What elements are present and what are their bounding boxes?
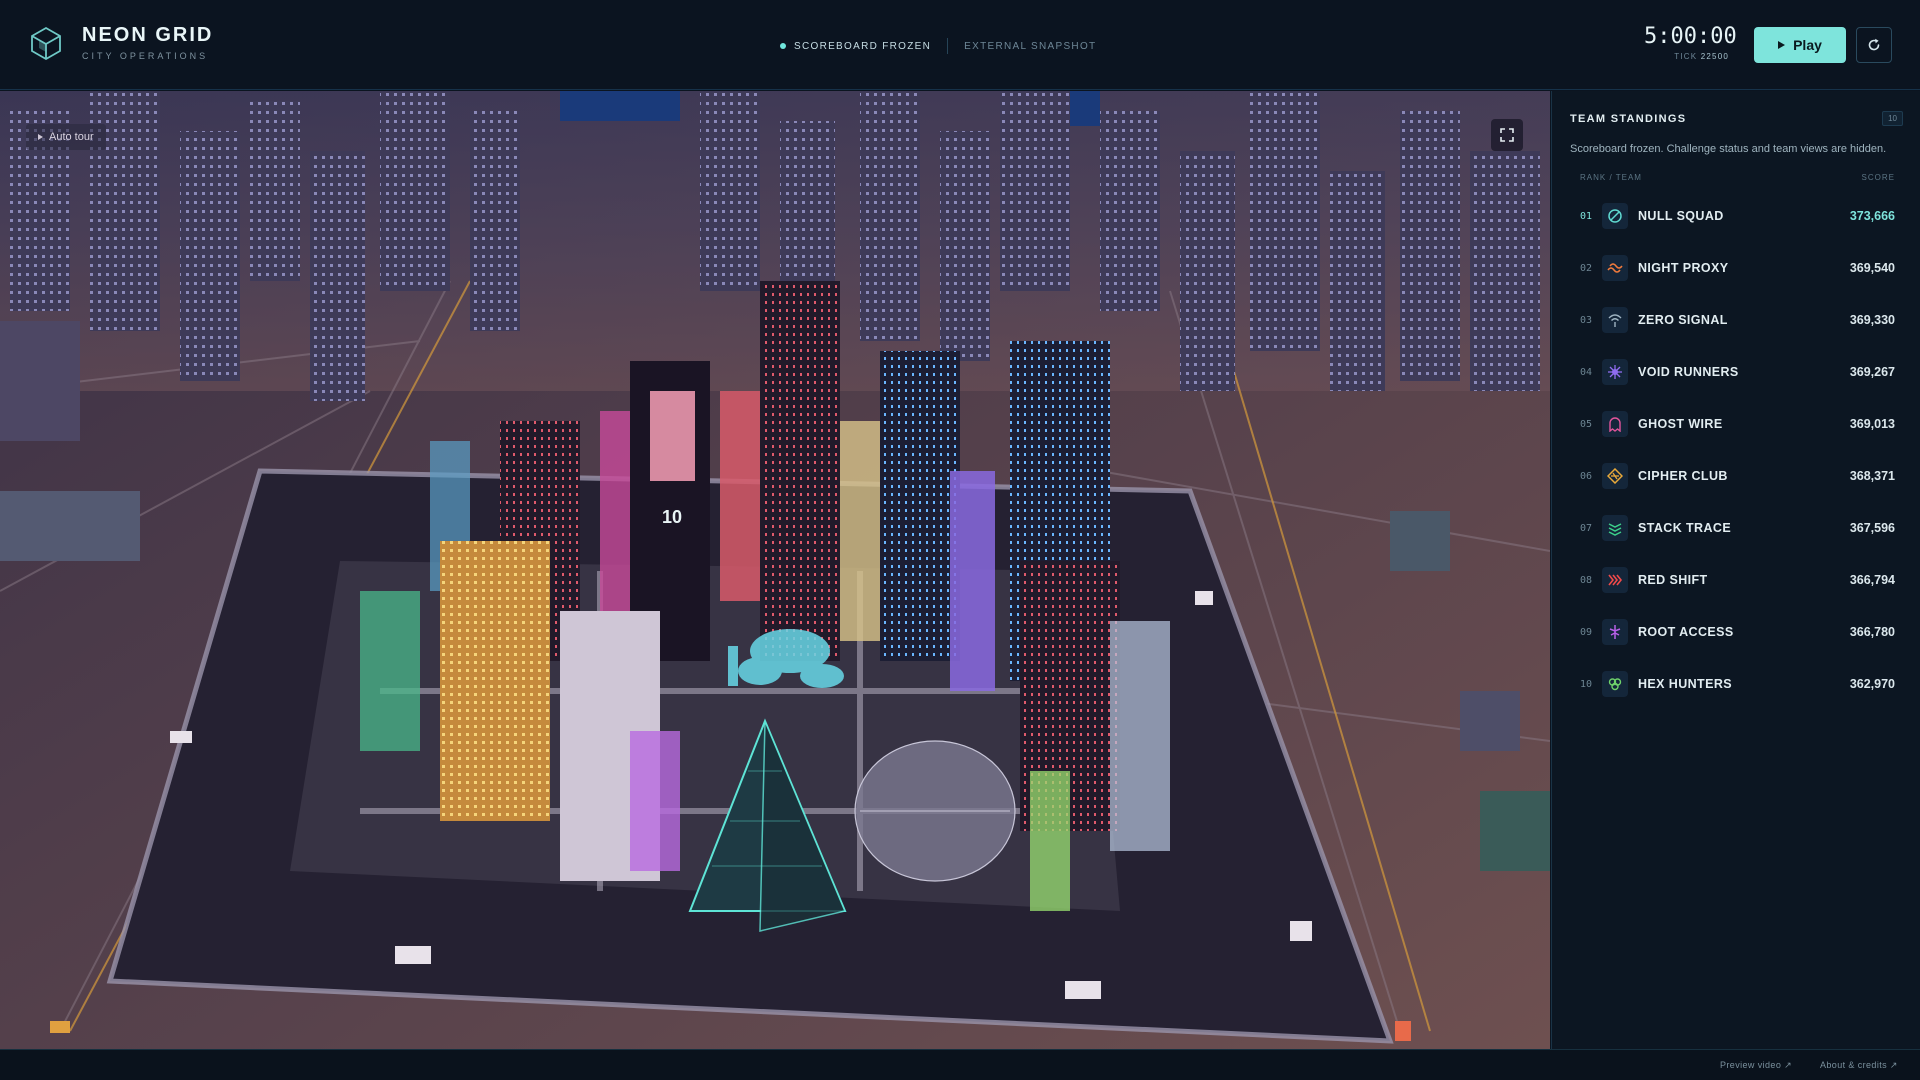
- team-rank: 02: [1580, 262, 1593, 274]
- team-score: 362,970: [1849, 677, 1895, 691]
- fullscreen-button[interactable]: [1491, 119, 1523, 151]
- cipher-icon: [1602, 463, 1628, 489]
- team-score: 367,596: [1849, 521, 1895, 535]
- app-subtitle: CITY OPERATIONS: [82, 51, 209, 61]
- team-row[interactable]: 07 STACK TRACE 367,596: [1570, 506, 1903, 550]
- team-rank: 01: [1580, 210, 1593, 222]
- cube-logo-icon: [31, 26, 61, 60]
- team-score: 366,794: [1849, 573, 1895, 587]
- team-name: ROOT ACCESS: [1638, 625, 1734, 639]
- team-rank: 10: [1580, 678, 1593, 690]
- proxy-icon: [1602, 255, 1628, 281]
- team-standings-panel: TEAM STANDINGS 10 Scoreboard frozen. Cha…: [1551, 91, 1920, 1049]
- team-name: GHOST WIRE: [1638, 417, 1723, 431]
- team-rank: 07: [1580, 522, 1593, 534]
- team-name: HEX HUNTERS: [1638, 677, 1732, 691]
- team-rank: 08: [1580, 574, 1593, 586]
- team-row[interactable]: 04 VOID RUNNERS 369,267: [1570, 350, 1903, 394]
- team-name: VOID RUNNERS: [1638, 365, 1739, 379]
- footer: Preview video ↗ About & credits ↗: [0, 1049, 1920, 1080]
- column-rank-team: RANK / TEAM: [1580, 173, 1642, 182]
- standings-column-headers: RANK / TEAM SCORE: [1580, 173, 1895, 182]
- column-score: SCORE: [1861, 173, 1895, 182]
- stack-icon: [1602, 515, 1628, 541]
- standings-count-badge: 10: [1882, 111, 1903, 126]
- brand: NEON GRID CITY OPERATIONS: [28, 24, 213, 61]
- timer-clock: 5:00:00: [1644, 24, 1737, 49]
- shift-icon: [1602, 567, 1628, 593]
- billboard-number: 10: [662, 507, 682, 527]
- game-timer: 5:00:00 TICK 22500: [1644, 24, 1737, 61]
- status-divider: [947, 38, 949, 54]
- auto-tour-button[interactable]: Auto tour: [26, 124, 106, 150]
- root-icon: [1602, 619, 1628, 645]
- team-name: RED SHIFT: [1638, 573, 1708, 587]
- tick-label: TICK: [1674, 52, 1698, 61]
- status-frozen-label: SCOREBOARD FROZEN: [794, 40, 932, 52]
- team-row[interactable]: 09 ROOT ACCESS 366,780: [1570, 610, 1903, 654]
- team-row[interactable]: 05 GHOST WIRE 369,013: [1570, 402, 1903, 446]
- status-indicator: SCOREBOARD FROZEN EXTERNAL SNAPSHOT: [780, 38, 1096, 54]
- team-rank: 03: [1580, 314, 1593, 326]
- signal-icon: [1602, 307, 1628, 333]
- team-name: NULL SQUAD: [1638, 209, 1724, 223]
- team-rank: 06: [1580, 470, 1593, 482]
- team-score: 369,013: [1849, 417, 1895, 431]
- about-credits-link[interactable]: About & credits ↗: [1820, 1060, 1898, 1071]
- team-name: NIGHT PROXY: [1638, 261, 1729, 275]
- team-score: 368,371: [1849, 469, 1895, 483]
- standings-title: TEAM STANDINGS: [1570, 112, 1687, 125]
- team-score: 369,540: [1849, 261, 1895, 275]
- team-rank: 09: [1580, 626, 1593, 638]
- team-name: STACK TRACE: [1638, 521, 1732, 535]
- reset-icon: [1868, 38, 1880, 51]
- team-row[interactable]: 06 CIPHER CLUB 368,371: [1570, 454, 1903, 498]
- play-button[interactable]: Play: [1754, 27, 1846, 63]
- hex-icon: [1602, 671, 1628, 697]
- ghost-icon: [1602, 411, 1628, 437]
- team-score: 373,666: [1849, 209, 1895, 223]
- team-rank: 04: [1580, 366, 1593, 378]
- team-row[interactable]: 01 NULL SQUAD 373,666: [1570, 194, 1903, 238]
- tick-value: 22500: [1700, 52, 1729, 61]
- city-scene[interactable]: 10: [0, 91, 1550, 1049]
- team-name: ZERO SIGNAL: [1638, 313, 1728, 327]
- standings-note: Scoreboard frozen. Challenge status and …: [1570, 143, 1887, 155]
- team-row[interactable]: 02 NIGHT PROXY 369,540: [1570, 246, 1903, 290]
- team-name: CIPHER CLUB: [1638, 469, 1728, 483]
- preview-video-link[interactable]: Preview video ↗: [1720, 1060, 1792, 1071]
- status-snapshot-label: EXTERNAL SNAPSHOT: [964, 40, 1097, 52]
- play-button-label: Play: [1793, 37, 1822, 53]
- reset-button[interactable]: [1856, 27, 1892, 63]
- city-viewport[interactable]: 10 Auto tour: [0, 91, 1550, 1049]
- null-icon: [1602, 203, 1628, 229]
- tick-readout: TICK 22500: [1644, 52, 1729, 61]
- fullscreen-icon: [1500, 128, 1514, 142]
- void-icon: [1602, 359, 1628, 385]
- app-title: NEON GRID: [82, 24, 214, 46]
- team-rank: 05: [1580, 418, 1593, 430]
- top-bar: NEON GRID CITY OPERATIONS SCOREBOARD FRO…: [0, 0, 1920, 90]
- auto-tour-label: Auto tour: [49, 131, 94, 143]
- team-score: 369,267: [1849, 365, 1895, 379]
- team-row[interactable]: 08 RED SHIFT 366,794: [1570, 558, 1903, 602]
- team-row[interactable]: 03 ZERO SIGNAL 369,330: [1570, 298, 1903, 342]
- team-score: 366,780: [1849, 625, 1895, 639]
- team-score: 369,330: [1849, 313, 1895, 327]
- status-dot-icon: [780, 43, 786, 49]
- play-icon: [1778, 41, 1786, 49]
- team-row[interactable]: 10 HEX HUNTERS 362,970: [1570, 662, 1903, 706]
- play-icon: [38, 134, 43, 140]
